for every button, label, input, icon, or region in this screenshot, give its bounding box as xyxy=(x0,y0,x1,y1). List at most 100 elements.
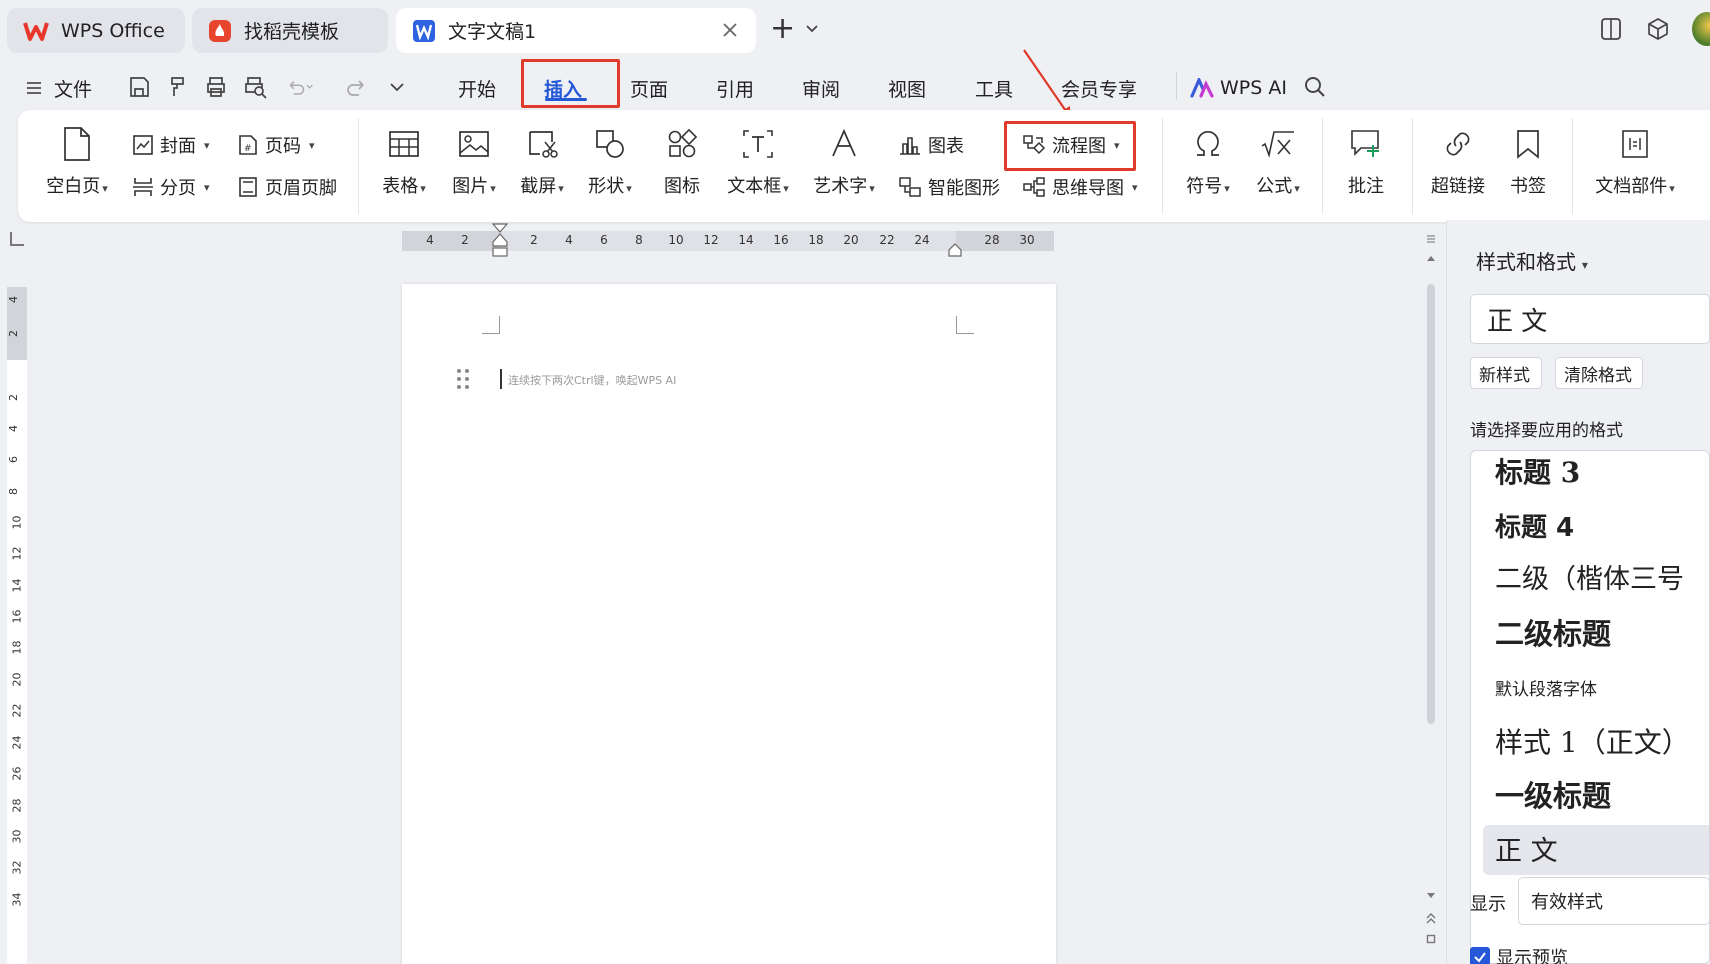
print-icon[interactable] xyxy=(201,70,231,104)
chart-label: 图表 xyxy=(928,136,964,157)
prev-page-icon[interactable] xyxy=(1426,912,1436,924)
scrollbar-track[interactable] xyxy=(1424,228,1438,964)
table-button[interactable]: 表格 ▾ xyxy=(376,122,432,198)
print-preview-icon[interactable] xyxy=(240,70,270,104)
hyperlink-button[interactable]: 超链接 xyxy=(1428,122,1488,198)
document-page[interactable]: 连续按下两次Ctrl键，唤起WPS AI xyxy=(402,284,1056,964)
tab-wps-office[interactable]: WPS Office xyxy=(7,8,185,53)
header-footer-button[interactable]: 页眉页脚 xyxy=(237,174,337,200)
style-item-style1[interactable]: 样式 1（正文） xyxy=(1495,721,1690,761)
save-icon[interactable] xyxy=(124,70,154,104)
wordart-button[interactable]: 艺术字 ▾ xyxy=(808,122,880,198)
current-style-box[interactable]: 正 文 xyxy=(1470,294,1710,344)
tab-document-1[interactable]: 文字文稿1 xyxy=(396,8,756,53)
search-icon[interactable] xyxy=(1300,70,1330,104)
wps-ai-button[interactable]: WPS AI xyxy=(1190,68,1287,108)
formula-button[interactable]: 公式 ▾ xyxy=(1246,122,1310,198)
clear-format-button[interactable]: 清除格式 xyxy=(1555,357,1643,389)
menu-references[interactable]: 引用 xyxy=(716,68,754,108)
menu-home[interactable]: 开始 xyxy=(458,68,496,108)
symbol-button[interactable]: 符号 ▾ xyxy=(1176,122,1240,198)
shape-button[interactable]: 形状 ▾ xyxy=(582,122,638,198)
smartart-button[interactable]: 智能图形 xyxy=(898,174,1000,200)
scroll-down-icon[interactable] xyxy=(1426,892,1436,900)
caret-icon: ▾ xyxy=(783,182,789,195)
undo-icon[interactable] xyxy=(285,70,315,104)
mindmap-button[interactable]: 思维导图 ▾ xyxy=(1022,174,1138,200)
ruler-tick: 18 xyxy=(808,233,824,247)
panel-title[interactable]: 样式和格式 ▾ xyxy=(1476,246,1588,275)
page-number-button[interactable]: # 页码 ▾ xyxy=(237,132,315,158)
blank-page-button[interactable]: 空白页 ▾ xyxy=(42,122,112,198)
caret-icon: ▾ xyxy=(309,138,315,152)
style-item-heading3[interactable]: 标题 3 xyxy=(1495,451,1580,491)
menu-review[interactable]: 审阅 xyxy=(802,68,840,108)
scroll-up-icon[interactable] xyxy=(1426,254,1436,262)
icon-library-button[interactable]: 图标 xyxy=(654,122,710,198)
style-item-heading4[interactable]: 标题 4 xyxy=(1495,507,1574,544)
ai-hint-placeholder[interactable]: 连续按下两次Ctrl键，唤起WPS AI xyxy=(508,372,676,388)
cover-button[interactable]: 封面 ▾ xyxy=(132,132,210,158)
caret-icon: ▾ xyxy=(558,182,564,195)
scroll-split-icon[interactable] xyxy=(1426,234,1436,244)
cube-icon[interactable] xyxy=(1645,16,1671,42)
ruler-tick: 12 xyxy=(703,233,719,247)
ruler-tick: 8 xyxy=(635,233,643,247)
menu-tools[interactable]: 工具 xyxy=(975,68,1013,108)
panel-left-border xyxy=(1446,220,1447,964)
bookmark-button[interactable]: 书签 xyxy=(1498,122,1558,198)
preview-checkbox[interactable]: 显示预览 xyxy=(1470,944,1568,964)
page-break-icon xyxy=(133,178,153,196)
style-item-level2-heading[interactable]: 二级标题 xyxy=(1495,611,1611,653)
ruler-tick: 22 xyxy=(10,703,24,718)
file-menu[interactable]: 文件 xyxy=(26,68,92,108)
indent-marker-icon[interactable] xyxy=(491,222,509,266)
right-indent-marker-icon[interactable] xyxy=(947,242,963,258)
style-item-body[interactable]: 正 文 xyxy=(1495,829,1558,868)
chevron-down-icon[interactable] xyxy=(805,24,819,34)
cover-icon xyxy=(133,135,153,155)
window-layout-icon[interactable] xyxy=(1598,16,1624,42)
screenshot-button[interactable]: 截屏 ▾ xyxy=(514,122,570,198)
ruler-tick: 10 xyxy=(668,233,684,247)
ruler-tick: 6 xyxy=(600,233,608,247)
tab-docer-templates[interactable]: 找稻壳模板 xyxy=(192,8,388,53)
scrollbar-thumb[interactable] xyxy=(1427,284,1435,724)
close-tab-icon[interactable] xyxy=(720,20,740,40)
chart-button[interactable]: 图表 xyxy=(898,132,964,158)
style-item-level2-kaiti[interactable]: 二级（楷体三号 xyxy=(1495,557,1684,596)
drag-handle-icon[interactable] xyxy=(456,368,470,390)
caret-icon: ▾ xyxy=(1578,258,1588,272)
tab-label: 文字文稿1 xyxy=(448,21,537,43)
file-menu-label: 文件 xyxy=(54,78,93,101)
style-item-level1-heading[interactable]: 一级标题 xyxy=(1495,773,1611,815)
smartart-icon xyxy=(899,177,921,197)
vertical-ruler[interactable]: 4 2 2 4 6 8 10 12 14 16 18 20 22 24 26 28 30 32 34 xyxy=(7,287,27,964)
ruler-tick: 2 xyxy=(530,233,538,247)
select-browse-icon[interactable] xyxy=(1426,934,1436,944)
more-quick-access-icon[interactable] xyxy=(382,70,412,104)
show-select[interactable]: 有效样式 xyxy=(1518,877,1710,925)
format-painter-icon[interactable] xyxy=(163,70,193,104)
style-item-default-font[interactable]: 默认段落字体 xyxy=(1495,675,1597,700)
caret-icon: ▾ xyxy=(420,182,426,195)
new-tab-button[interactable]: + xyxy=(770,14,795,44)
comment-button[interactable]: 批注 xyxy=(1338,122,1394,198)
blank-page-label: 空白页 xyxy=(46,176,101,197)
menu-page[interactable]: 页面 xyxy=(630,68,668,108)
textbox-button[interactable]: 文本框 ▾ xyxy=(722,122,794,198)
redo-icon[interactable] xyxy=(342,70,372,104)
picture-button[interactable]: 图片 ▾ xyxy=(446,122,502,198)
doc-parts-button[interactable]: 文档部件 ▾ xyxy=(1590,122,1680,198)
header-footer-icon xyxy=(239,177,257,197)
menu-view[interactable]: 视图 xyxy=(888,68,926,108)
ruler-tick: 4 xyxy=(565,233,573,247)
textbox-label: 文本框 xyxy=(727,176,782,197)
avatar[interactable] xyxy=(1692,12,1710,46)
new-style-button[interactable]: 新样式 xyxy=(1470,357,1542,389)
hyperlink-label: 超链接 xyxy=(1431,176,1485,197)
header-footer-label: 页眉页脚 xyxy=(265,178,337,199)
formula-icon xyxy=(1256,122,1300,166)
page-break-button[interactable]: 分页 ▾ xyxy=(132,174,210,200)
ruler-corner-icon[interactable] xyxy=(10,232,24,246)
